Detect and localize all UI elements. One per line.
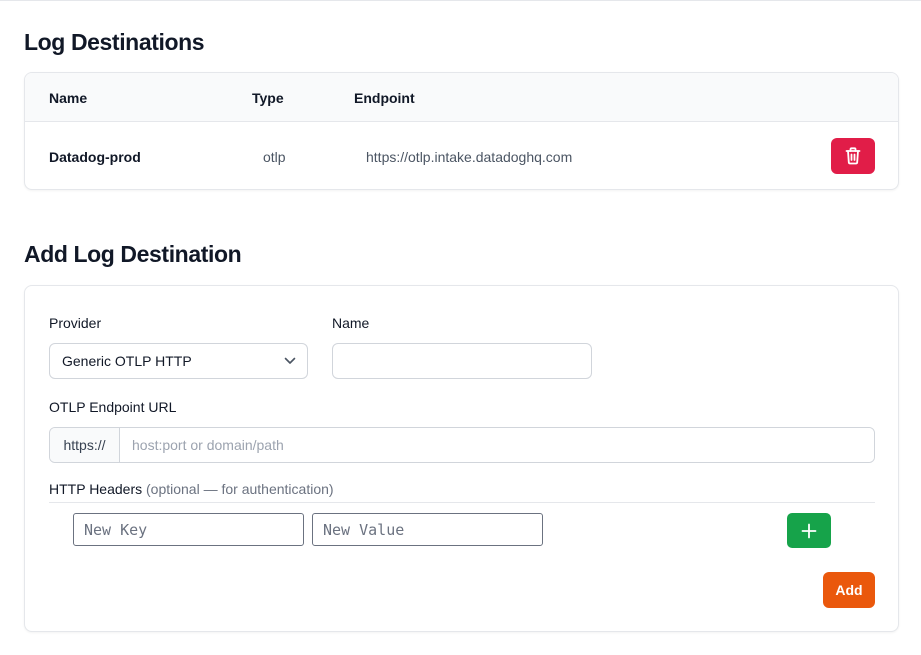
trash-icon bbox=[845, 147, 861, 165]
endpoint-url-group: https:// bbox=[49, 427, 875, 463]
add-destination-title: Add Log Destination bbox=[24, 241, 242, 267]
headers-label-text: HTTP Headers bbox=[49, 481, 143, 497]
log-destinations-title: Log Destinations bbox=[24, 29, 205, 55]
delete-destination-button[interactable] bbox=[831, 138, 875, 174]
destination-endpoint: https://otlp.intake.datadoghq.com bbox=[366, 149, 573, 165]
destinations-table: Name Type Endpoint Datadog-prod otlp htt… bbox=[24, 72, 899, 190]
name-input[interactable] bbox=[332, 343, 592, 379]
provider-selected-value: Generic OTLP HTTP bbox=[62, 353, 192, 369]
headers-label: HTTP Headers (optional — for authenticat… bbox=[49, 481, 334, 497]
add-destination-form: Provider Generic OTLP HTTP Name OTLP End… bbox=[24, 285, 899, 632]
destination-name: Datadog-prod bbox=[49, 149, 141, 165]
header-value-input[interactable] bbox=[312, 513, 543, 546]
headers-hint: (optional — for authentication) bbox=[146, 481, 334, 497]
column-header-type: Type bbox=[252, 90, 284, 106]
endpoint-prefix: https:// bbox=[50, 428, 120, 462]
name-label: Name bbox=[332, 315, 370, 331]
destination-type: otlp bbox=[263, 149, 286, 165]
chevron-down-icon bbox=[284, 357, 296, 364]
plus-icon bbox=[801, 523, 817, 538]
add-destination-button[interactable]: Add bbox=[823, 572, 875, 608]
provider-select[interactable]: Generic OTLP HTTP bbox=[49, 343, 308, 379]
provider-label: Provider bbox=[49, 315, 102, 331]
top-border bbox=[0, 0, 921, 1]
endpoint-url-input[interactable] bbox=[120, 428, 874, 462]
endpoint-label: OTLP Endpoint URL bbox=[49, 399, 177, 415]
header-key-input[interactable] bbox=[73, 513, 304, 546]
column-header-name: Name bbox=[49, 90, 88, 106]
table-header: Name Type Endpoint bbox=[25, 73, 898, 122]
headers-divider bbox=[49, 502, 875, 503]
add-header-button[interactable] bbox=[787, 513, 831, 548]
column-header-endpoint: Endpoint bbox=[354, 90, 415, 106]
